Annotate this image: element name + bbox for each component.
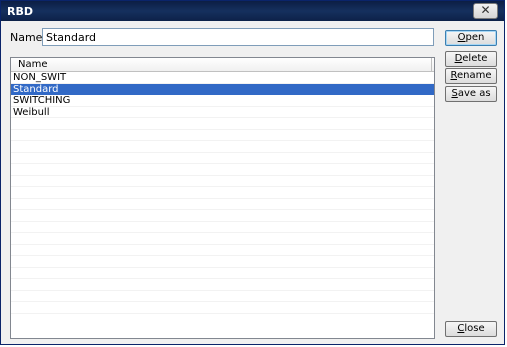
empty-list-row bbox=[11, 302, 434, 314]
empty-list-row bbox=[11, 118, 434, 130]
empty-list-row bbox=[11, 256, 434, 268]
empty-list-row bbox=[11, 153, 434, 164]
rbd-dialog: RBD ✕ Name: Name NON_SWITStandardSWITCHI… bbox=[0, 0, 505, 345]
name-input[interactable] bbox=[42, 28, 434, 46]
empty-list-row bbox=[11, 141, 434, 153]
empty-list-row bbox=[11, 187, 434, 199]
close-button[interactable]: Close bbox=[445, 321, 497, 337]
list-item[interactable]: Standard bbox=[11, 83, 434, 95]
delete-button[interactable]: Delete bbox=[445, 51, 497, 67]
close-icon: ✕ bbox=[480, 3, 491, 17]
dialog-body: Name: Name NON_SWITStandardSWITCHINGWeib… bbox=[1, 21, 504, 344]
empty-list-row bbox=[11, 210, 434, 222]
rbd-list[interactable]: Name NON_SWIT Standard SWITCHING Weibull bbox=[10, 57, 435, 339]
empty-list-row bbox=[11, 130, 434, 141]
empty-list-row bbox=[11, 222, 434, 233]
list-item[interactable]: SWITCHING bbox=[11, 95, 434, 107]
list-item[interactable]: NON_SWIT bbox=[11, 72, 434, 84]
save-as-button[interactable]: Save as bbox=[445, 86, 497, 102]
list-header-name[interactable]: Name bbox=[11, 58, 434, 72]
close-window-button[interactable]: ✕ bbox=[473, 3, 498, 19]
empty-list-row bbox=[11, 199, 434, 210]
list-rows: NON_SWIT Standard SWITCHING Weibull bbox=[11, 72, 434, 314]
empty-list-row bbox=[11, 268, 434, 279]
list-header-label: Name bbox=[18, 59, 48, 70]
empty-list-row bbox=[11, 245, 434, 256]
list-item[interactable]: Weibull bbox=[11, 107, 434, 118]
empty-list-row bbox=[11, 164, 434, 176]
rename-button[interactable]: Rename bbox=[445, 68, 497, 84]
open-button[interactable]: Open bbox=[445, 30, 497, 46]
window-title: RBD bbox=[7, 5, 33, 18]
column-divider[interactable] bbox=[431, 58, 432, 72]
empty-list-row bbox=[11, 279, 434, 291]
empty-list-row bbox=[11, 233, 434, 245]
name-label: Name: bbox=[10, 31, 47, 44]
title-bar[interactable]: RBD ✕ bbox=[1, 1, 504, 21]
empty-list-row bbox=[11, 291, 434, 302]
empty-list-row bbox=[11, 176, 434, 187]
